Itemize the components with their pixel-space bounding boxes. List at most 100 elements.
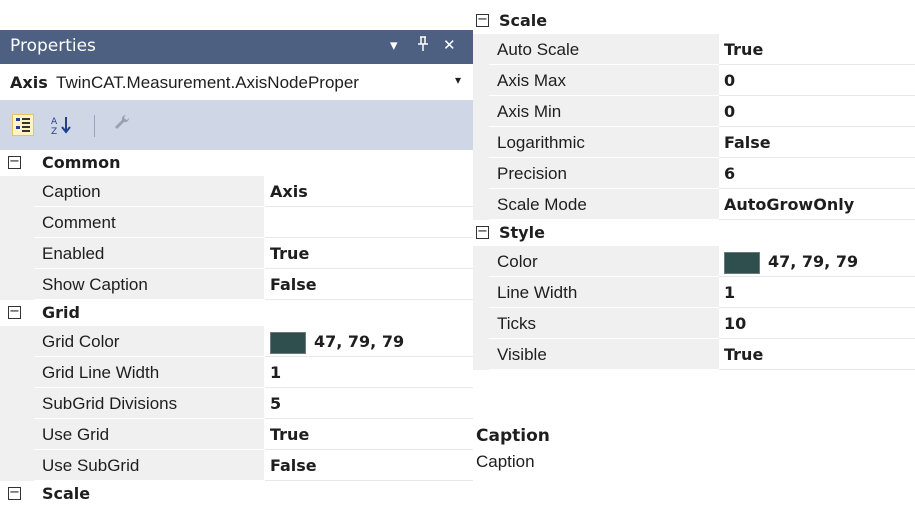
row-margin (0, 388, 34, 419)
close-icon[interactable]: ✕ (443, 36, 456, 54)
property-value[interactable] (265, 207, 473, 238)
category-scale[interactable]: − Scale (0, 481, 473, 507)
svg-text:Z: Z (51, 127, 57, 136)
object-type: TwinCAT.Measurement.AxisNodeProper (56, 73, 359, 92)
category-label: Scale (42, 484, 91, 503)
category-label: Style (499, 223, 545, 242)
property-name: Use Grid (34, 419, 264, 450)
property-row-precision[interactable]: Precision 6 (473, 158, 915, 189)
row-margin (473, 127, 489, 158)
row-margin (0, 357, 34, 388)
object-selector[interactable]: Axis TwinCAT.Measurement.AxisNodeProper … (0, 64, 473, 100)
property-row-line-width[interactable]: Line Width 1 (473, 277, 915, 308)
row-margin (473, 96, 489, 127)
collapse-icon[interactable]: − (8, 155, 21, 169)
property-value[interactable]: False (265, 450, 473, 481)
toolbar-separator (94, 115, 95, 137)
property-name: Precision (489, 158, 719, 189)
properties-title-bar: Properties ▾ ✕ (0, 30, 473, 64)
row-margin (473, 246, 489, 277)
category-label: Scale (499, 11, 548, 30)
property-name: Color (489, 246, 719, 277)
property-value[interactable]: AutoGrowOnly (719, 189, 915, 220)
property-value[interactable]: True (265, 238, 473, 269)
properties-window: Properties ▾ ✕ Axis TwinCAT.Measurement.… (0, 0, 473, 516)
category-style[interactable]: − Style (473, 220, 915, 246)
property-row-grid-line-width[interactable]: Grid Line Width 1 (0, 357, 473, 388)
property-row-auto-scale[interactable]: Auto Scale True (473, 34, 915, 65)
property-value[interactable]: 47, 79, 79 (265, 326, 473, 357)
property-name: Use SubGrid (34, 450, 264, 481)
property-row-comment[interactable]: Comment (0, 207, 473, 238)
property-value[interactable]: 1 (719, 277, 915, 308)
category-label: Common (42, 153, 121, 172)
row-margin (473, 158, 489, 189)
property-row-show-caption[interactable]: Show Caption False (0, 269, 473, 300)
property-row-axis-max[interactable]: Axis Max 0 (473, 65, 915, 96)
property-row-use-grid[interactable]: Use Grid True (0, 419, 473, 450)
alphabetical-sort-icon[interactable]: AZ (50, 114, 72, 137)
category-scale[interactable]: − Scale (473, 8, 915, 34)
color-swatch (270, 331, 306, 354)
property-value[interactable]: True (719, 34, 915, 65)
property-value[interactable]: True (719, 339, 915, 370)
property-name: Visible (489, 339, 719, 370)
property-name: Show Caption (34, 269, 264, 300)
property-value[interactable]: 5 (265, 388, 473, 419)
property-grid-scrolled: − Scale Auto Scale True Axis Max 0 Axis … (473, 8, 915, 370)
property-name: Enabled (34, 238, 264, 269)
property-name: Ticks (489, 308, 719, 339)
category-grid[interactable]: − Grid (0, 300, 473, 326)
color-value: 47, 79, 79 (314, 332, 405, 351)
property-value[interactable]: 10 (719, 308, 915, 339)
property-row-caption[interactable]: Caption Axis (0, 176, 473, 207)
row-margin (473, 308, 489, 339)
property-name: Scale Mode (489, 189, 719, 220)
property-value[interactable]: True (265, 419, 473, 450)
property-value[interactable]: 1 (265, 357, 473, 388)
categorized-view-icon[interactable] (12, 114, 34, 136)
property-row-enabled[interactable]: Enabled True (0, 238, 473, 269)
property-value[interactable]: 6 (719, 158, 915, 189)
row-margin (0, 326, 34, 357)
row-margin (0, 207, 34, 238)
object-selector-dropdown-icon[interactable]: ▾ (455, 73, 461, 87)
property-name: SubGrid Divisions (34, 388, 264, 419)
description-text: Caption (476, 452, 535, 471)
property-value[interactable]: 0 (719, 65, 915, 96)
collapse-icon[interactable]: − (476, 225, 489, 239)
collapse-icon[interactable]: − (8, 486, 21, 500)
row-margin (0, 450, 34, 481)
property-row-visible[interactable]: Visible True (473, 339, 915, 370)
property-name: Axis Min (489, 96, 719, 127)
property-row-subgrid-divisions[interactable]: SubGrid Divisions 5 (0, 388, 473, 419)
wrench-icon[interactable] (112, 112, 134, 134)
property-row-scale-mode[interactable]: Scale Mode AutoGrowOnly (473, 189, 915, 220)
property-value[interactable]: False (265, 269, 473, 300)
row-margin (473, 189, 489, 220)
property-name: Caption (34, 176, 264, 207)
property-value[interactable]: False (719, 127, 915, 158)
property-row-use-subgrid[interactable]: Use SubGrid False (0, 450, 473, 481)
row-margin (0, 238, 34, 269)
property-row-grid-color[interactable]: Grid Color 47, 79, 79 (0, 326, 473, 357)
category-label: Grid (42, 303, 80, 322)
property-row-ticks[interactable]: Ticks 10 (473, 308, 915, 339)
property-name: Grid Color (34, 326, 264, 357)
collapse-icon[interactable]: − (476, 13, 489, 27)
property-value[interactable]: 0 (719, 96, 915, 127)
pin-icon[interactable] (416, 36, 430, 56)
property-name: Auto Scale (489, 34, 719, 65)
category-common[interactable]: − Common (0, 150, 473, 176)
property-row-logarithmic[interactable]: Logarithmic False (473, 127, 915, 158)
property-value[interactable]: 47, 79, 79 (719, 246, 915, 277)
color-value: 47, 79, 79 (768, 252, 859, 271)
color-swatch (724, 251, 760, 274)
window-dropdown-icon[interactable]: ▾ (390, 36, 398, 54)
collapse-icon[interactable]: − (8, 305, 21, 319)
property-row-color[interactable]: Color 47, 79, 79 (473, 246, 915, 277)
description-title: Caption (476, 426, 550, 446)
property-row-axis-min[interactable]: Axis Min 0 (473, 96, 915, 127)
property-value[interactable]: Axis (265, 176, 473, 207)
row-margin (0, 176, 34, 207)
